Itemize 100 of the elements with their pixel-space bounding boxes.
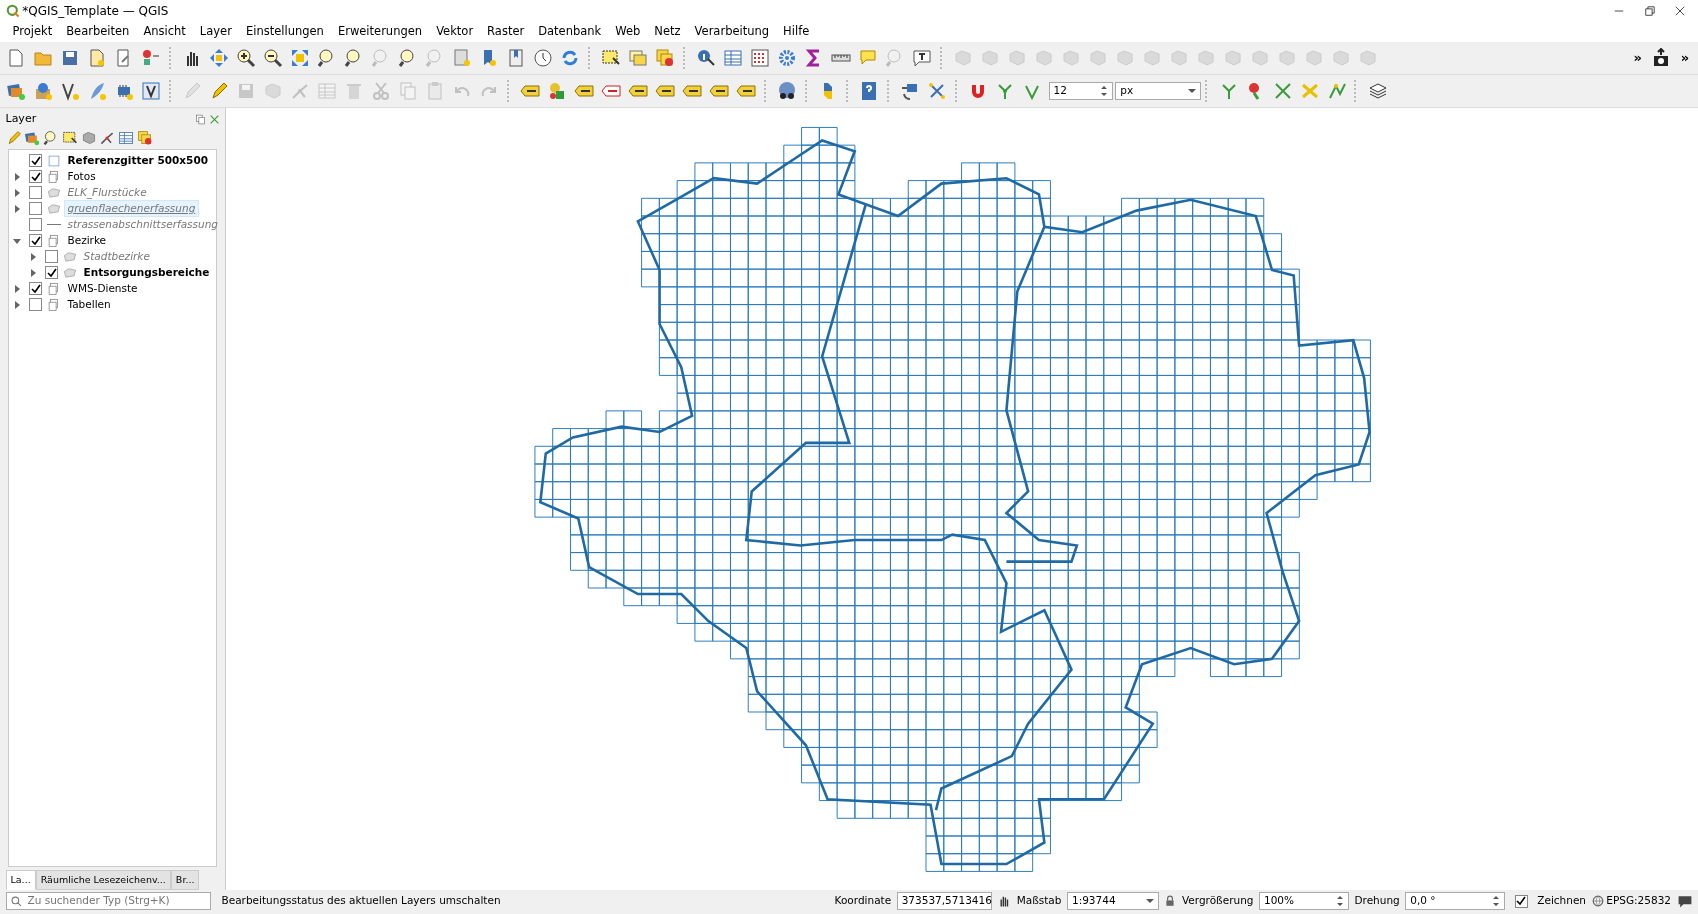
- polygon-icon: [1304, 48, 1325, 68]
- layer-name[interactable]: Fotos: [64, 168, 99, 185]
- menu-item[interactable]: Ansicht: [136, 23, 193, 41]
- polygon-icon: [1115, 48, 1136, 68]
- layer-tool-button[interactable]: [61, 130, 78, 146]
- field-label: Drehung: [1354, 893, 1400, 909]
- layer-checkbox[interactable]: [45, 250, 58, 263]
- layer-tool-button[interactable]: [99, 130, 116, 146]
- layer-name[interactable]: strassenabschnittserfassung: [64, 216, 221, 233]
- expand-arrow-icon[interactable]: [13, 284, 21, 293]
- expand-arrow-icon[interactable]: [13, 300, 21, 309]
- layer-name[interactable]: Bezirke: [64, 232, 109, 249]
- polygon-icon: [1196, 48, 1217, 68]
- spin-arrows-icon[interactable]: [1492, 894, 1501, 908]
- menu-item[interactable]: Bearbeiten: [59, 23, 137, 41]
- spin-arrows-icon[interactable]: [1099, 84, 1108, 98]
- layer-checkbox[interactable]: [29, 154, 42, 167]
- collapse-arrow-icon[interactable]: [13, 236, 21, 245]
- menu-item[interactable]: Layer: [192, 23, 239, 41]
- polygon-icon: [1142, 48, 1163, 68]
- node-tool-icon: [99, 130, 116, 146]
- panel-tab[interactable]: Räumliche Lesezeichenv...: [35, 869, 171, 890]
- map-document-icon: [452, 48, 473, 68]
- zigzag-line-icon: [1326, 81, 1347, 101]
- gear-icon: [777, 48, 798, 68]
- layer-tool-button[interactable]: [43, 130, 59, 146]
- table-icon: [118, 130, 134, 146]
- overflow-chevron[interactable]: »: [1627, 48, 1648, 68]
- expand-arrow-icon[interactable]: [29, 252, 37, 261]
- rectangles-dot-icon: [136, 130, 153, 146]
- menu-item[interactable]: Hilfe: [776, 23, 817, 41]
- expand-arrow-icon[interactable]: [13, 204, 21, 213]
- scale-combobox[interactable]: 1:93744: [1066, 892, 1159, 910]
- layer-tool-button[interactable]: [136, 130, 153, 146]
- layer-name[interactable]: gruenflaechenerfassung: [64, 200, 199, 217]
- menu-item[interactable]: Web: [608, 23, 648, 41]
- spin-arrows-icon[interactable]: [1336, 894, 1344, 908]
- crs-button[interactable]: EPSG:25832: [1591, 893, 1671, 909]
- menu-item[interactable]: Raster: [480, 23, 532, 41]
- menu-item[interactable]: Netz: [647, 23, 688, 41]
- layer-checkbox[interactable]: [29, 218, 42, 231]
- layer-tool-button[interactable]: [118, 130, 134, 146]
- rotation-spinbox[interactable]: 0,0 °: [1405, 892, 1506, 910]
- locator-search-field[interactable]: Zu suchender Typ (Strg+K): [5, 892, 211, 910]
- expand-arrow-icon[interactable]: [13, 188, 21, 197]
- q-logo-icon: [5, 4, 20, 18]
- info-pointer-icon: [696, 48, 717, 68]
- layer-name[interactable]: ELK_Flurstücke: [64, 184, 150, 201]
- unit-select[interactable]: px: [1115, 82, 1202, 100]
- layer-checkbox[interactable]: [45, 266, 58, 279]
- close-icon[interactable]: [1673, 4, 1687, 18]
- layer-checkbox[interactable]: [29, 170, 42, 183]
- shapes-icon: [141, 48, 162, 68]
- overflow-chevron[interactable]: »: [1674, 48, 1696, 68]
- menu-item[interactable]: Datenbank: [531, 23, 609, 41]
- layer-checkbox[interactable]: [29, 186, 42, 199]
- menu-item[interactable]: Vektor: [429, 23, 481, 41]
- panel-tab[interactable]: Br...: [170, 869, 200, 890]
- caret-icon[interactable]: [1188, 87, 1197, 95]
- zoom-in-icon: [236, 48, 257, 68]
- polygon-icon: [1007, 48, 1028, 68]
- layer-stack-icon: [1367, 81, 1388, 101]
- menu-item[interactable]: Einstellungen: [238, 23, 331, 41]
- cross-icon: [1272, 81, 1293, 101]
- layer-checkbox[interactable]: [29, 298, 42, 311]
- line-icon: [47, 223, 61, 226]
- search-icon: [10, 895, 22, 907]
- globe-icon: [1591, 895, 1604, 907]
- panel-title: Layer: [5, 110, 37, 127]
- caret-icon[interactable]: [1145, 897, 1154, 905]
- layer-name[interactable]: Tabellen: [64, 296, 114, 313]
- field-label: Zeichnen: [1537, 893, 1587, 909]
- expand-arrow-icon[interactable]: [29, 268, 37, 277]
- layer-checkbox[interactable]: [29, 282, 42, 295]
- layer-name[interactable]: Stadtbezirke: [80, 248, 153, 265]
- menu-item[interactable]: Erweiterungen: [330, 23, 430, 41]
- menu-item[interactable]: Verarbeitung: [687, 23, 777, 41]
- messages-icon[interactable]: [1676, 893, 1693, 909]
- magnifier-spinbox[interactable]: 100%: [1259, 892, 1349, 910]
- expand-arrow-icon[interactable]: [13, 172, 21, 181]
- layer-checkbox[interactable]: [29, 202, 42, 215]
- cross-arrows-icon: [209, 48, 230, 68]
- layer-tool-button[interactable]: [24, 130, 41, 146]
- layer-name[interactable]: Referenzgitter 500x500: [64, 152, 211, 169]
- expand-arrows-icon: [290, 48, 311, 68]
- polygon-icon: [80, 130, 97, 146]
- layer-name[interactable]: WMS-Dienste: [64, 280, 141, 297]
- clock-icon: [533, 48, 554, 68]
- text-frame-icon: [912, 48, 933, 68]
- menu-item[interactable]: Projekt: [5, 23, 60, 41]
- polygon-icon: [1331, 48, 1352, 68]
- close-icon: [208, 113, 220, 125]
- layer-checkbox[interactable]: [29, 234, 42, 247]
- restore-icon[interactable]: [1642, 4, 1657, 18]
- abacus-icon: [750, 48, 771, 68]
- tolerance-spinbox[interactable]: 12: [1048, 82, 1113, 100]
- layer-name[interactable]: Entsorgungsbereiche: [80, 264, 213, 281]
- panel-tab[interactable]: La...: [5, 869, 36, 890]
- coordinate-field[interactable]: 373537,5713416: [896, 892, 992, 910]
- render-checkbox[interactable]: [1514, 894, 1528, 908]
